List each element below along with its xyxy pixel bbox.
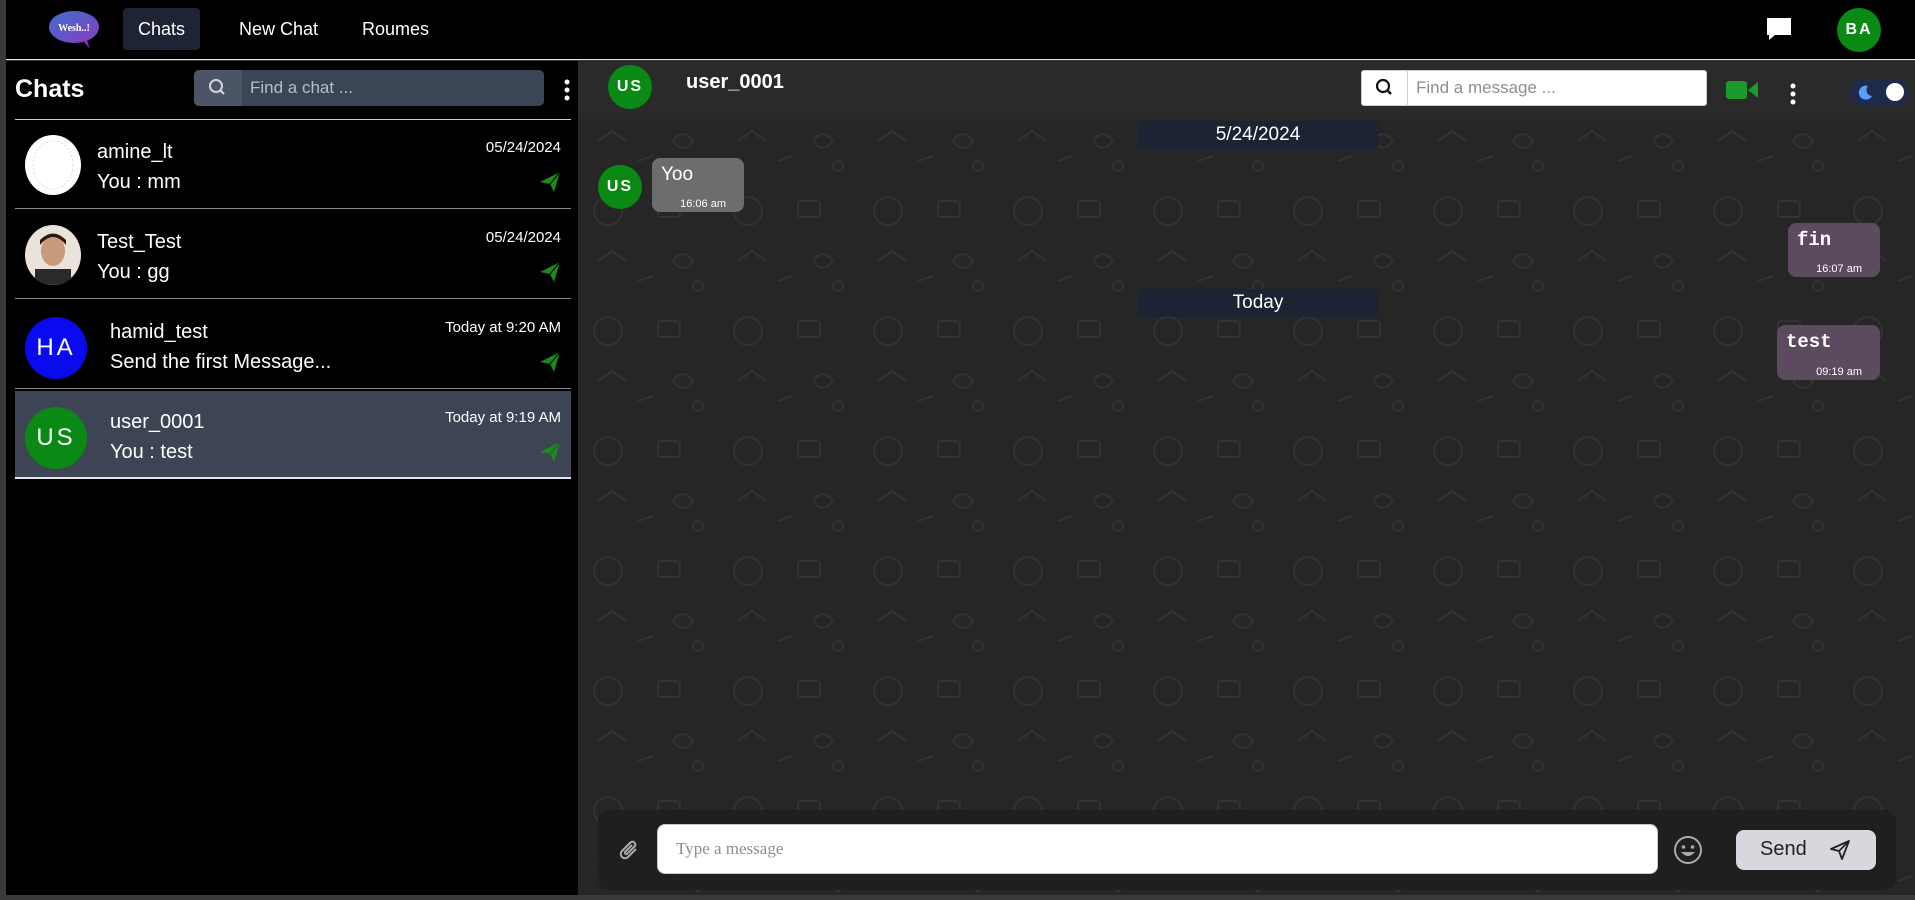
dark-mode-toggle[interactable] xyxy=(1850,79,1908,105)
chat-date: Today at 9:19 AM xyxy=(445,409,561,426)
chat-last-message: You : mm xyxy=(97,171,181,193)
send-status-icon xyxy=(539,441,561,463)
nav-chats[interactable]: Chats xyxy=(123,8,201,50)
emoji-icon[interactable] xyxy=(1673,835,1703,865)
search-icon[interactable] xyxy=(194,70,242,106)
avatar xyxy=(25,135,81,195)
send-status-icon xyxy=(539,261,561,283)
conversation-panel: US user_0001 5/24/2024 US Yoo 16 xyxy=(578,61,1915,895)
logo-text: Wesh..! xyxy=(58,23,90,34)
message-text: Yoo xyxy=(661,164,694,185)
chat-item[interactable]: HA hamid_test Send the first Message... … xyxy=(15,301,571,389)
paperclip-icon[interactable] xyxy=(618,838,642,864)
chat-search xyxy=(194,70,544,106)
user-avatar[interactable]: BA xyxy=(1837,8,1881,52)
app-logo[interactable]: Wesh..! xyxy=(46,9,102,51)
toggle-knob xyxy=(1886,83,1904,101)
conversation-header: US user_0001 xyxy=(578,61,1915,119)
more-options-icon[interactable] xyxy=(563,79,571,103)
message-input[interactable] xyxy=(657,824,1658,874)
chat-date: 05/24/2024 xyxy=(485,139,561,156)
chat-item[interactable]: amine_lt You : mm 05/24/2024 xyxy=(15,121,571,209)
message-bubble-outgoing: test 09:19 am xyxy=(1777,325,1880,380)
send-button[interactable]: Send xyxy=(1736,830,1876,870)
message-bubble-incoming: Yoo 16:06 am xyxy=(652,158,744,212)
avatar: HA xyxy=(25,317,87,379)
sidebar-title: Chats xyxy=(15,75,85,103)
moon-icon xyxy=(1858,85,1872,100)
chat-date: 05/24/2024 xyxy=(485,229,561,246)
chat-last-message: You : gg xyxy=(97,261,170,283)
message-time: 09:19 am xyxy=(1816,366,1862,378)
search-icon[interactable] xyxy=(1362,71,1408,105)
video-call-icon[interactable] xyxy=(1726,80,1758,100)
message-text: fin xyxy=(1797,229,1832,251)
contact-avatar[interactable]: US xyxy=(608,65,652,109)
chat-date: Today at 9:20 AM xyxy=(445,319,561,336)
send-icon xyxy=(1830,840,1850,860)
chat-last-message: You : test xyxy=(110,441,193,463)
message-time: 16:07 am xyxy=(1816,263,1862,275)
avatar: US xyxy=(25,407,87,469)
chat-background-pattern xyxy=(578,61,1915,895)
more-options-icon[interactable] xyxy=(1789,83,1797,107)
date-separator: Today xyxy=(1138,289,1378,317)
send-status-icon xyxy=(539,351,561,373)
date-separator: 5/24/2024 xyxy=(1138,121,1378,149)
chat-item[interactable]: Test_Test You : gg 05/24/2024 xyxy=(15,211,571,299)
nav-roumes[interactable]: Roumes xyxy=(347,8,444,50)
chat-last-message: Send the first Message... xyxy=(110,351,332,373)
sender-avatar: US xyxy=(598,165,642,209)
app-window: Wesh..! Chats New Chat Roumes BA Chats F… xyxy=(0,0,1915,900)
sidebar-divider xyxy=(15,119,571,120)
chat-name: hamid_test xyxy=(110,321,208,343)
chat-name: user_0001 xyxy=(110,411,205,433)
nav-new-chat[interactable]: New Chat xyxy=(224,8,333,50)
chat-list-sidebar: Chats amine_lt You : mm 05/24/2024 xyxy=(6,61,578,895)
message-composer: Send xyxy=(598,810,1896,890)
message-icon[interactable] xyxy=(1766,17,1792,41)
message-search-input[interactable] xyxy=(1408,71,1704,105)
message-bubble-outgoing: fin 16:07 am xyxy=(1788,223,1880,277)
avatar xyxy=(25,225,81,285)
chat-search-input[interactable] xyxy=(242,70,542,106)
chat-item-selected[interactable]: US user_0001 You : test Today at 9:19 AM xyxy=(15,391,571,479)
message-text: test xyxy=(1786,331,1832,353)
chat-name: amine_lt xyxy=(97,141,173,163)
message-search xyxy=(1361,70,1707,106)
send-button-label: Send xyxy=(1760,838,1807,860)
message-time: 16:06 am xyxy=(680,198,726,210)
contact-name: user_0001 xyxy=(686,71,784,93)
top-navbar: Wesh..! Chats New Chat Roumes BA xyxy=(6,0,1915,60)
chat-name: Test_Test xyxy=(97,231,182,253)
send-status-icon xyxy=(539,171,561,193)
